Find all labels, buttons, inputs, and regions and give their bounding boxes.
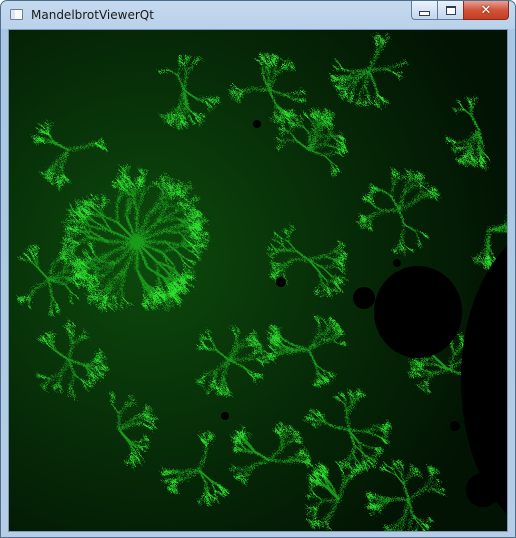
minimize-button[interactable] xyxy=(411,1,437,20)
close-icon: ✕ xyxy=(480,2,492,18)
filament-stroke xyxy=(322,499,340,502)
filament-stroke xyxy=(267,73,270,91)
filament-stroke xyxy=(133,186,136,198)
filament-stroke xyxy=(179,59,182,67)
filament-stroke xyxy=(488,229,506,233)
filament-stroke xyxy=(67,241,79,243)
filament-stroke xyxy=(382,209,400,212)
window-title: MandelbrotViewerQt xyxy=(31,8,154,22)
filament-stroke xyxy=(179,104,182,118)
filament-stroke xyxy=(162,230,181,234)
filament-stroke xyxy=(312,116,315,125)
filament-stroke xyxy=(189,250,197,252)
maximize-icon xyxy=(445,5,456,15)
fractal-render xyxy=(9,30,507,531)
filament-stroke xyxy=(196,97,209,100)
filament-stroke xyxy=(284,460,297,463)
app-icon[interactable] xyxy=(10,9,23,20)
window-controls: ✕ xyxy=(411,1,509,20)
maximize-button[interactable] xyxy=(437,1,463,20)
app-window: MandelbrotViewerQt ✕ xyxy=(0,0,516,538)
filament-stroke xyxy=(362,452,364,461)
filament-stroke xyxy=(353,444,356,457)
filament-stroke xyxy=(245,451,256,454)
filament-stroke xyxy=(487,255,489,264)
minimize-icon xyxy=(419,10,430,16)
filament-stroke xyxy=(166,480,177,482)
filament-stroke xyxy=(456,108,464,110)
title-bar[interactable]: MandelbrotViewerQt ✕ xyxy=(1,1,515,29)
filament-stroke xyxy=(274,65,277,76)
close-button[interactable]: ✕ xyxy=(463,1,509,20)
filament-stroke xyxy=(50,295,53,307)
filament-stroke xyxy=(292,349,310,353)
mandelbrot-canvas[interactable] xyxy=(8,29,508,532)
filament-stroke xyxy=(79,337,86,340)
filament-stroke xyxy=(374,425,384,427)
filament-stroke xyxy=(129,440,140,443)
filament-stroke xyxy=(274,103,277,115)
filament-stroke xyxy=(252,87,270,91)
filament-stroke xyxy=(205,445,208,457)
